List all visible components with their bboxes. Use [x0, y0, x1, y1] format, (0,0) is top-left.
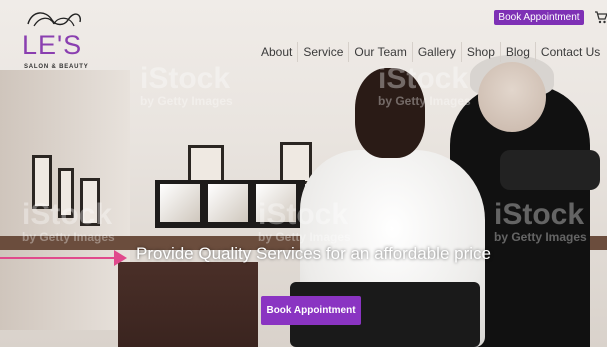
watermark-by: by Getty Images [140, 94, 233, 108]
tagline-arrow-line [0, 257, 120, 259]
watermark-by: by Getty Images [22, 230, 115, 244]
picture-frame [280, 142, 312, 184]
cart-icon[interactable] [594, 10, 607, 24]
nav-service[interactable]: Service [297, 42, 348, 62]
picture-frame [188, 145, 224, 183]
site-logo[interactable]: LE'S SALON & BEAUTY [20, 6, 90, 72]
watermark: iStock [140, 62, 231, 95]
main-nav: About Service Our Team Gallery Shop Blog… [256, 42, 605, 62]
nav-blog[interactable]: Blog [499, 42, 535, 62]
hero-tagline: Provide Quality Services for an affordab… [136, 244, 491, 263]
watermark: iStock [378, 62, 469, 95]
nav-gallery[interactable]: Gallery [411, 42, 461, 62]
nav-about[interactable]: About [256, 42, 297, 62]
logo-text: LE'S [22, 30, 83, 60]
watermark-by: by Getty Images [258, 230, 351, 244]
watermark-by: by Getty Images [494, 230, 587, 244]
watermark-by: by Getty Images [378, 94, 471, 108]
nav-shop[interactable]: Shop [460, 42, 500, 62]
shelf-decor [208, 184, 248, 222]
trolley [500, 150, 600, 190]
shelf-decor [160, 184, 200, 222]
book-appointment-button[interactable]: Book Appointment [261, 296, 361, 325]
watermark: iStock [22, 198, 113, 231]
watermark: iStock [258, 198, 349, 231]
logo-subtitle: SALON & BEAUTY [24, 64, 89, 70]
nav-contact-us[interactable]: Contact Us [534, 42, 605, 62]
book-appointment-header-button[interactable]: Book Appointment [494, 10, 584, 25]
cabinet [118, 262, 258, 347]
nav-our-team[interactable]: Our Team [348, 42, 411, 62]
logo-swirl-icon [27, 12, 82, 27]
arrow-right-icon [114, 250, 127, 266]
stylist-head [478, 62, 546, 132]
watermark: iStock [494, 198, 585, 231]
